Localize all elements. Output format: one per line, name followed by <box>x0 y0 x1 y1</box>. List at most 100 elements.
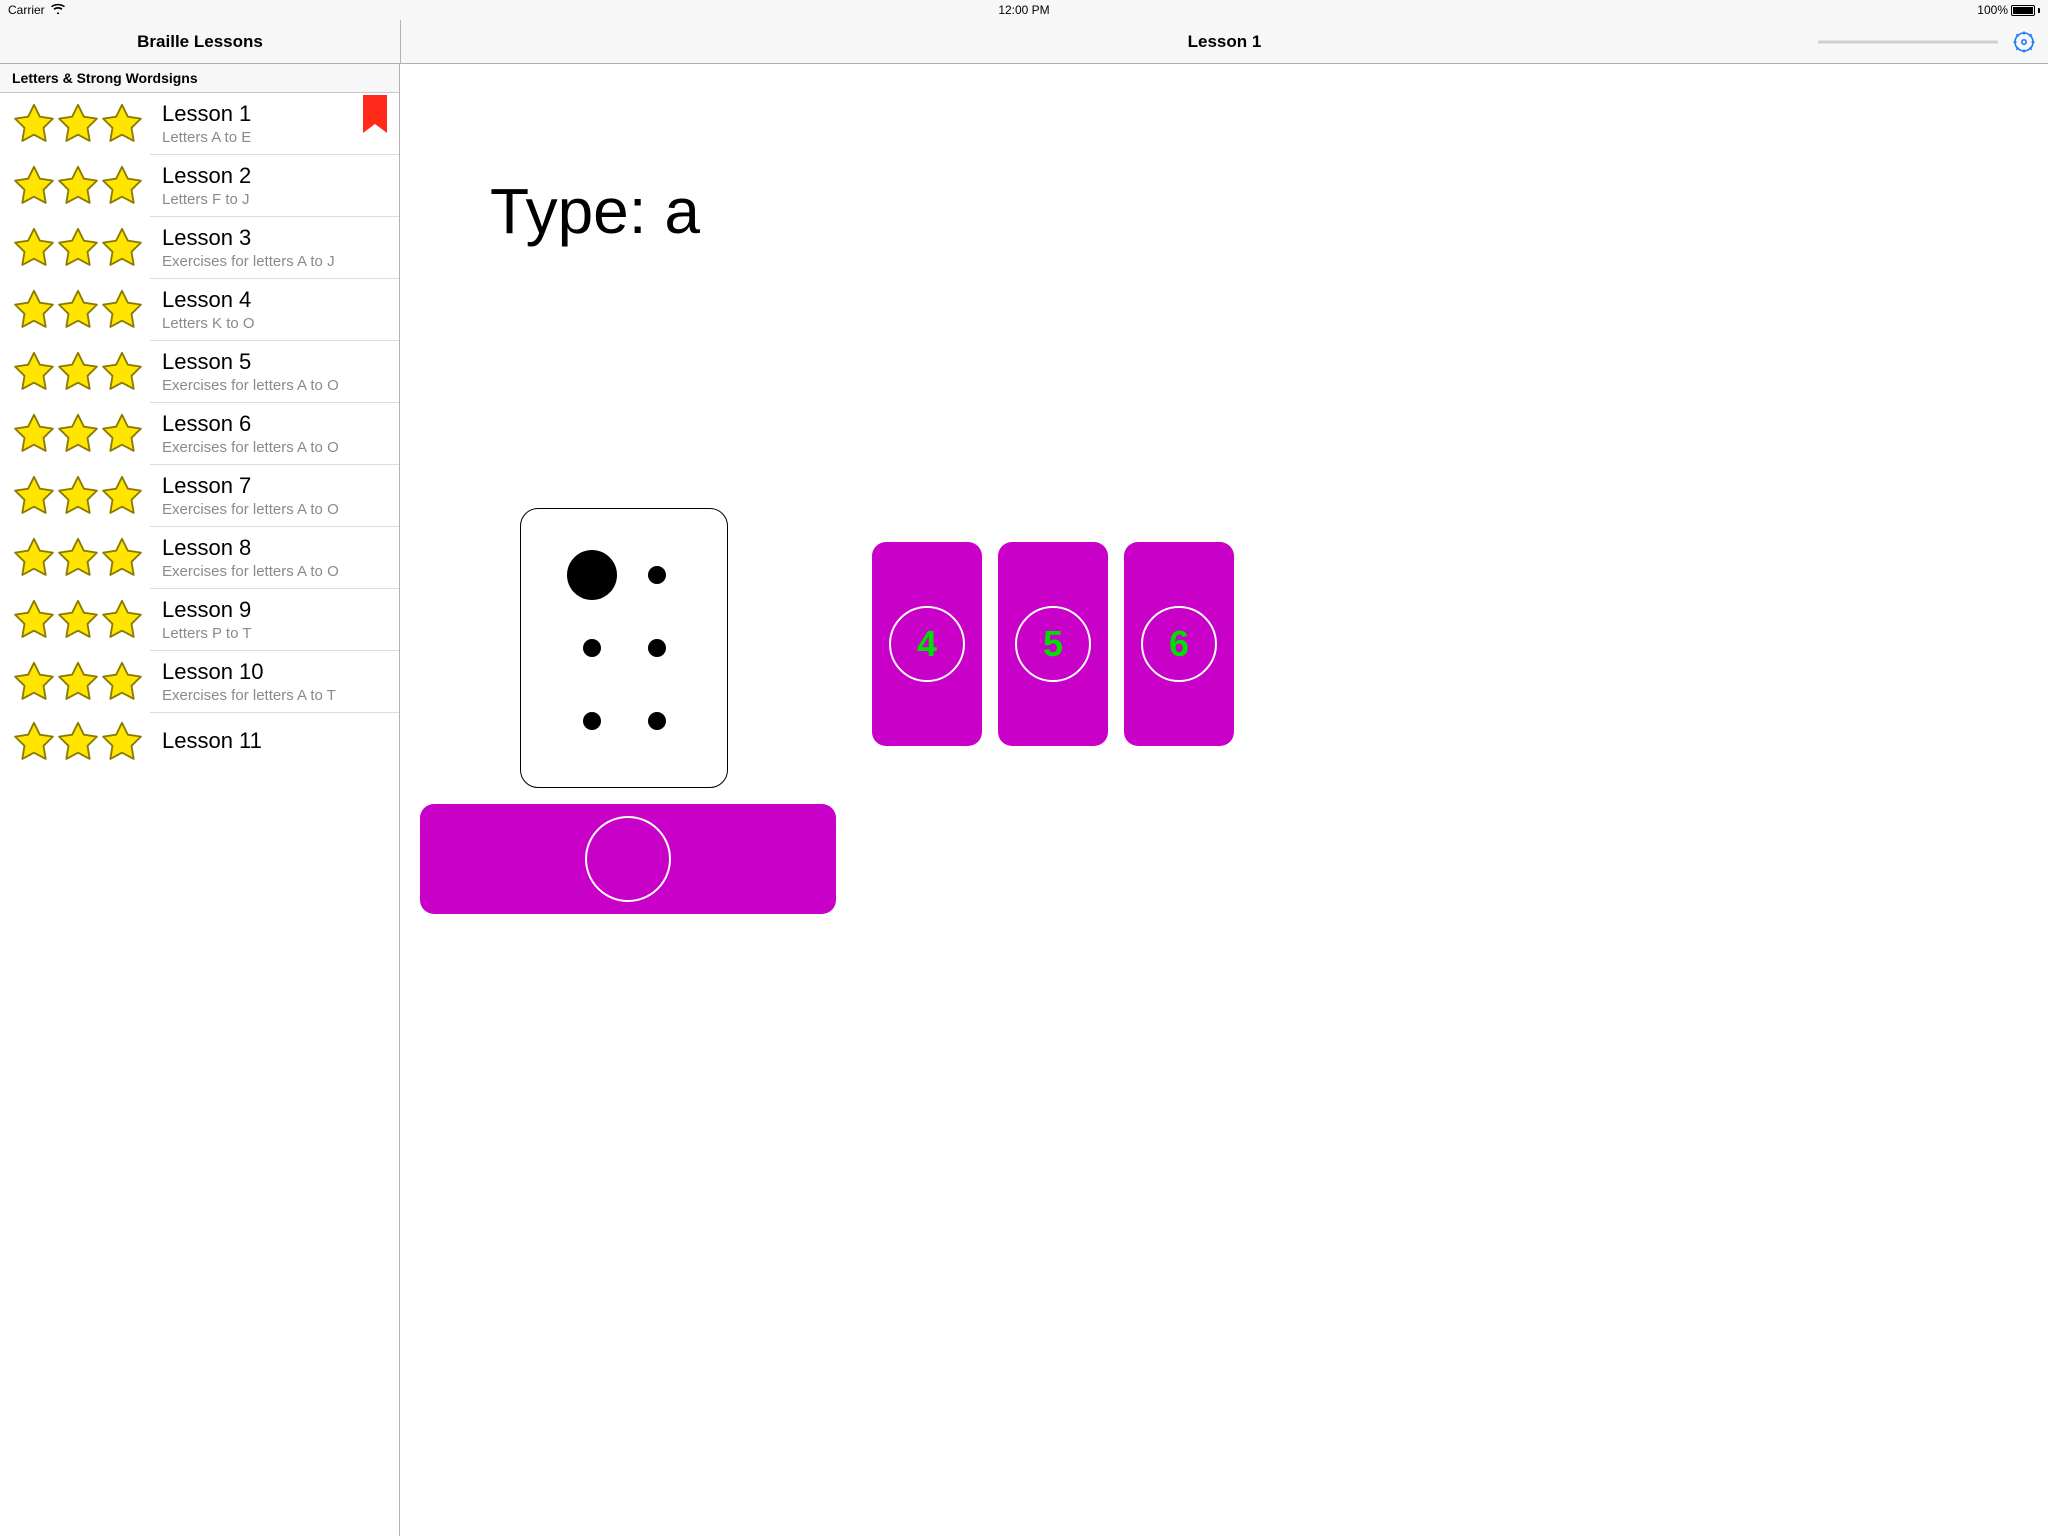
lesson-title: Lesson 10 <box>162 659 387 685</box>
star-icon <box>12 103 56 145</box>
battery-pct-label: 100% <box>1977 3 2008 17</box>
rating-stars <box>12 475 148 517</box>
braille-dot-3 <box>583 712 601 730</box>
gear-icon <box>2012 30 2036 54</box>
star-icon <box>56 661 100 703</box>
star-icon <box>100 599 144 641</box>
lesson-row[interactable]: Lesson 9 Letters P to T <box>0 589 399 650</box>
braille-key-4[interactable]: 4 <box>872 542 982 746</box>
lesson-row[interactable]: Lesson 3 Exercises for letters A to J <box>0 217 399 278</box>
star-icon <box>100 661 144 703</box>
star-icon <box>56 537 100 579</box>
braille-dot-1 <box>567 550 617 600</box>
sidebar-nav: Braille Lessons <box>0 20 400 63</box>
status-bar: Carrier 12:00 PM 100% <box>0 0 2048 20</box>
lesson-row[interactable]: Lesson 5 Exercises for letters A to O <box>0 341 399 402</box>
key-label: 6 <box>1169 623 1189 665</box>
settings-button[interactable] <box>2010 28 2038 56</box>
star-icon <box>56 413 100 455</box>
lesson-title: Lesson 8 <box>162 535 387 561</box>
braille-space-key[interactable] <box>420 804 836 914</box>
braille-key-5[interactable]: 5 <box>998 542 1108 746</box>
lesson-progress-bar <box>1818 40 1998 43</box>
key-label: 5 <box>1043 623 1063 665</box>
clock-label: 12:00 PM <box>998 3 1049 17</box>
lesson-row[interactable]: Lesson 7 Exercises for letters A to O <box>0 465 399 526</box>
content-title: Lesson 1 <box>1188 32 1262 52</box>
prompt-text: Type: a <box>490 174 700 248</box>
bookmark-icon <box>361 95 389 137</box>
lesson-title: Lesson 9 <box>162 597 387 623</box>
star-icon <box>56 599 100 641</box>
section-header: Letters & Strong Wordsigns <box>0 64 399 93</box>
battery-indicator: 100% <box>1977 3 2040 17</box>
lesson-subtitle: Exercises for letters A to T <box>162 687 387 704</box>
lesson-title: Lesson 6 <box>162 411 387 437</box>
star-icon <box>12 165 56 207</box>
lesson-content: Type: a 4 5 6 <box>400 64 2048 1536</box>
nav-bar: Braille Lessons Lesson 1 <box>0 20 2048 64</box>
star-icon <box>12 721 56 763</box>
lesson-title: Lesson 7 <box>162 473 387 499</box>
rating-stars <box>12 165 148 207</box>
lesson-row[interactable]: Lesson 6Exercises for letters A to O <box>0 403 399 464</box>
star-icon <box>100 227 144 269</box>
star-icon <box>56 165 100 207</box>
star-icon <box>100 721 144 763</box>
rating-stars <box>12 227 148 269</box>
lesson-row[interactable]: Lesson 1 Letters A to E <box>0 93 399 154</box>
star-icon <box>100 537 144 579</box>
star-icon <box>100 475 144 517</box>
star-icon <box>12 351 56 393</box>
star-icon <box>100 289 144 331</box>
braille-key-6[interactable]: 6 <box>1124 542 1234 746</box>
star-icon <box>12 537 56 579</box>
braille-cell <box>520 508 728 788</box>
star-icon <box>12 599 56 641</box>
lesson-subtitle: Letters K to O <box>162 315 387 332</box>
star-icon <box>56 475 100 517</box>
braille-dot-6 <box>648 712 666 730</box>
lesson-row[interactable]: Lesson 2Letters F to J <box>0 155 399 216</box>
lesson-row[interactable]: Lesson 10 Exercises for letters A to T <box>0 651 399 712</box>
braille-dot-5 <box>648 639 666 657</box>
lesson-title: Lesson 5 <box>162 349 387 375</box>
lesson-title: Lesson 3 <box>162 225 387 251</box>
rating-stars <box>12 351 148 393</box>
rating-stars <box>12 103 148 145</box>
lesson-subtitle: Letters A to E <box>162 129 387 146</box>
wifi-icon <box>51 3 65 17</box>
star-icon <box>56 721 100 763</box>
star-icon <box>100 413 144 455</box>
rating-stars <box>12 413 148 455</box>
lesson-row[interactable]: Lesson 4 Letters K to O <box>0 279 399 340</box>
lesson-subtitle: Exercises for letters A to O <box>162 501 387 518</box>
star-icon <box>56 227 100 269</box>
star-icon <box>100 351 144 393</box>
star-icon <box>12 289 56 331</box>
star-icon <box>12 475 56 517</box>
rating-stars <box>12 289 148 331</box>
lesson-row[interactable]: Lesson 11 <box>0 713 399 771</box>
rating-stars <box>12 721 148 763</box>
star-icon <box>12 413 56 455</box>
rating-stars <box>12 599 148 641</box>
star-icon <box>56 289 100 331</box>
braille-dot-4 <box>648 566 666 584</box>
lesson-subtitle: Exercises for letters A to O <box>162 563 387 580</box>
lesson-subtitle: Exercises for letters A to O <box>162 377 387 394</box>
star-icon <box>12 227 56 269</box>
star-icon <box>56 103 100 145</box>
sidebar-title: Braille Lessons <box>137 32 263 52</box>
content-nav: Lesson 1 <box>400 20 2048 63</box>
rating-stars <box>12 537 148 579</box>
lesson-title: Lesson 11 <box>162 728 387 754</box>
lesson-row[interactable]: Lesson 8 Exercises for letters A to O <box>0 527 399 588</box>
lesson-list[interactable]: Letters & Strong Wordsigns Lesson 1 Lette… <box>0 64 400 1536</box>
lesson-title: Lesson 1 <box>162 101 387 127</box>
lesson-subtitle: Exercises for letters A to J <box>162 253 387 270</box>
braille-dot-2 <box>583 639 601 657</box>
lesson-title: Lesson 4 <box>162 287 387 313</box>
lesson-subtitle: Letters P to T <box>162 625 387 642</box>
star-icon <box>12 661 56 703</box>
